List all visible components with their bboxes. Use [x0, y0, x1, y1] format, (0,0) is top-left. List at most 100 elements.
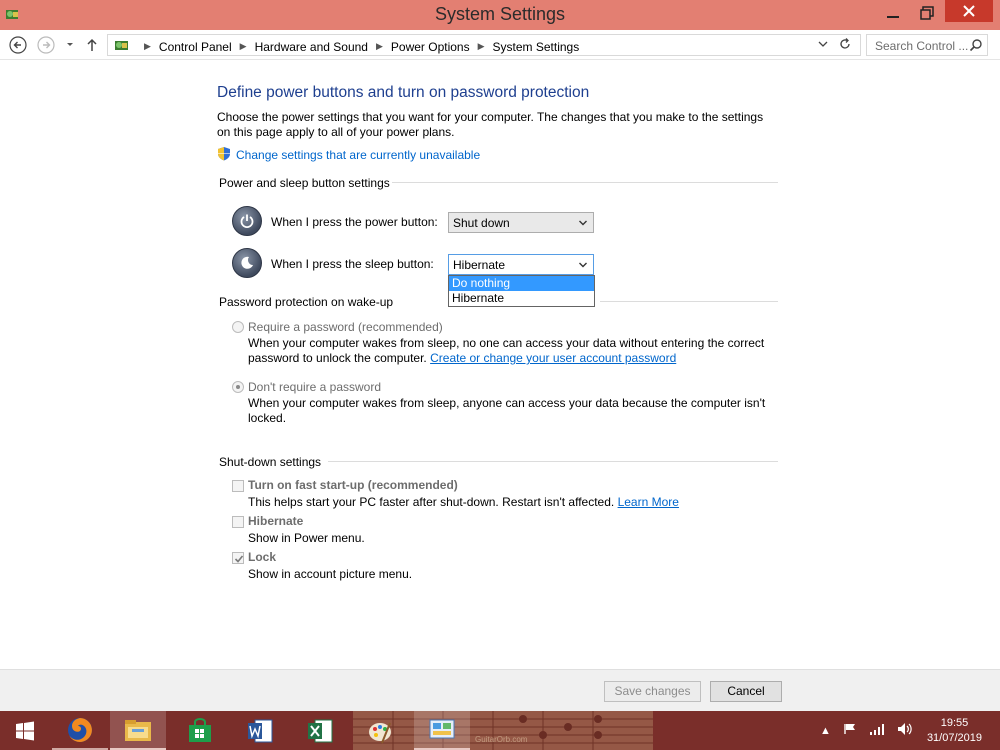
breadcrumb: ▶ Control Panel ▶ Hardware and Sound ▶ P…	[114, 38, 579, 55]
show-hidden-icons-icon[interactable]: ▲	[820, 725, 831, 737]
group-divider	[600, 301, 778, 302]
dont-require-password-label: Don't require a password	[248, 380, 382, 394]
power-button-select[interactable]: Shut down	[448, 212, 594, 233]
fast-startup-label: Turn on fast start-up (recommended)	[248, 478, 458, 492]
power-button-label: When I press the power button:	[271, 215, 438, 229]
taskbar-word[interactable]	[232, 711, 288, 750]
breadcrumb-system-settings[interactable]: System Settings	[493, 40, 580, 54]
uac-shield-icon	[217, 146, 231, 164]
taskbar-paint[interactable]	[352, 711, 408, 750]
clock-date: 31/07/2019	[926, 731, 982, 744]
address-bar-row: ▶ Control Panel ▶ Hardware and Sound ▶ P…	[0, 30, 1000, 60]
search-placeholder: Search Control ...	[875, 39, 969, 53]
close-button[interactable]	[945, 0, 993, 22]
sleep-button-dropdown-list: Do nothing Hibernate	[448, 275, 595, 307]
lock-checkbox[interactable]	[232, 552, 244, 564]
fast-startup-description: This helps start your PC faster after sh…	[248, 495, 768, 510]
restore-icon	[920, 6, 934, 20]
control-panel-small-icon	[114, 38, 130, 55]
sleep-button-select[interactable]: Hibernate	[448, 254, 594, 275]
dont-require-password-radio[interactable]	[232, 381, 244, 393]
search-input[interactable]: Search Control ...	[866, 34, 988, 56]
group-divider	[328, 461, 778, 462]
address-box[interactable]: ▶ Control Panel ▶ Hardware and Sound ▶ P…	[107, 34, 861, 56]
taskbar: GuitarOrb.com ▲ 19:55 31/07/2019	[0, 711, 1000, 750]
password-group-title: Password protection on wake-up	[219, 295, 394, 309]
sleep-button-row	[232, 248, 262, 278]
hibernate-description: Show in Power menu.	[248, 531, 365, 545]
breadcrumb-separator-icon[interactable]: ▶	[376, 41, 383, 52]
lock-description: Show in account picture menu.	[248, 567, 413, 581]
lock-label: Lock	[248, 550, 277, 564]
page-intro: Choose the power settings that you want …	[217, 110, 764, 139]
save-changes-button[interactable]: Save changes	[604, 681, 701, 702]
taskbar-control-panel[interactable]	[414, 711, 470, 750]
store-icon	[189, 717, 211, 742]
breadcrumb-power-options[interactable]: Power Options	[391, 40, 470, 54]
hibernate-checkbox[interactable]	[232, 516, 244, 528]
wallpaper-watermark: GuitarOrb.com	[475, 735, 528, 744]
breadcrumb-control-panel[interactable]: Control Panel	[159, 40, 232, 54]
control-panel-icon	[429, 719, 455, 738]
chevron-down-icon	[578, 217, 588, 231]
breadcrumb-separator-icon: ▶	[144, 41, 151, 51]
learn-more-link[interactable]: Learn More	[618, 495, 679, 509]
back-arrow-icon	[9, 36, 27, 54]
dropdown-option-hibernate[interactable]: Hibernate	[449, 291, 594, 306]
hibernate-label: Hibernate	[248, 514, 304, 528]
taskbar-file-explorer[interactable]	[110, 711, 166, 750]
taskbar-excel[interactable]	[292, 711, 348, 750]
title-bar: System Settings	[0, 0, 1000, 30]
power-sleep-group-title: Power and sleep button settings	[219, 176, 390, 190]
minimize-button[interactable]	[876, 0, 910, 26]
minimize-icon	[887, 16, 899, 18]
taskbar-firefox[interactable]	[52, 711, 108, 750]
breadcrumb-separator-icon[interactable]: ▶	[240, 41, 247, 52]
sleep-button-select-value: Hibernate	[453, 258, 506, 272]
sleep-button-label: When I press the sleep button:	[271, 257, 434, 271]
excel-icon	[308, 719, 333, 742]
change-settings-link-label[interactable]: Change settings that are currently unava…	[236, 148, 480, 162]
window-title: System Settings	[434, 4, 566, 24]
maximize-button[interactable]	[910, 0, 944, 26]
search-icon[interactable]	[969, 38, 983, 55]
start-button[interactable]	[0, 711, 50, 750]
clock-time: 19:55	[940, 716, 969, 729]
up-button[interactable]	[82, 35, 102, 55]
taskbar-clock[interactable]: 19:55 31/07/2019	[927, 716, 982, 746]
group-divider	[392, 182, 778, 183]
chevron-down-icon	[67, 43, 73, 46]
breadcrumb-hardware-and-sound[interactable]: Hardware and Sound	[255, 40, 368, 54]
footer-bar: Save changes Cancel	[0, 669, 1000, 711]
word-icon	[248, 719, 273, 742]
taskbar-store[interactable]	[172, 711, 228, 750]
file-explorer-icon	[125, 719, 151, 741]
forward-button[interactable]	[36, 35, 56, 55]
require-password-radio[interactable]	[232, 321, 244, 333]
dropdown-option-do-nothing[interactable]: Do nothing	[449, 276, 594, 291]
cancel-button[interactable]: Cancel	[710, 681, 782, 702]
forward-arrow-icon	[37, 36, 55, 54]
address-dropdown-icon[interactable]	[818, 39, 828, 52]
checkmark-icon	[234, 555, 244, 563]
chevron-down-icon	[578, 259, 588, 273]
page-title: Define power buttons and turn on passwor…	[217, 84, 590, 101]
require-password-description: When your computer wakes from sleep, no …	[248, 336, 768, 366]
paint-icon	[369, 722, 391, 743]
back-button[interactable]	[8, 35, 28, 55]
power-button-icon	[232, 206, 262, 236]
recent-locations-button[interactable]	[60, 35, 80, 55]
breadcrumb-separator-icon[interactable]: ▶	[478, 41, 485, 52]
main-content: Define power buttons and turn on passwor…	[0, 61, 1000, 669]
fast-startup-checkbox[interactable]	[232, 480, 244, 492]
up-arrow-icon	[87, 38, 97, 51]
action-center-flag-icon[interactable]	[843, 723, 857, 738]
refresh-icon[interactable]	[838, 37, 852, 54]
network-signal-icon[interactable]	[869, 723, 885, 738]
volume-icon[interactable]	[897, 722, 913, 739]
power-button-row	[232, 206, 262, 236]
change-settings-link[interactable]: Change settings that are currently unava…	[217, 146, 480, 164]
close-icon	[963, 5, 975, 17]
power-button-select-value: Shut down	[453, 216, 510, 230]
create-password-link[interactable]: Create or change your user account passw…	[430, 351, 676, 365]
